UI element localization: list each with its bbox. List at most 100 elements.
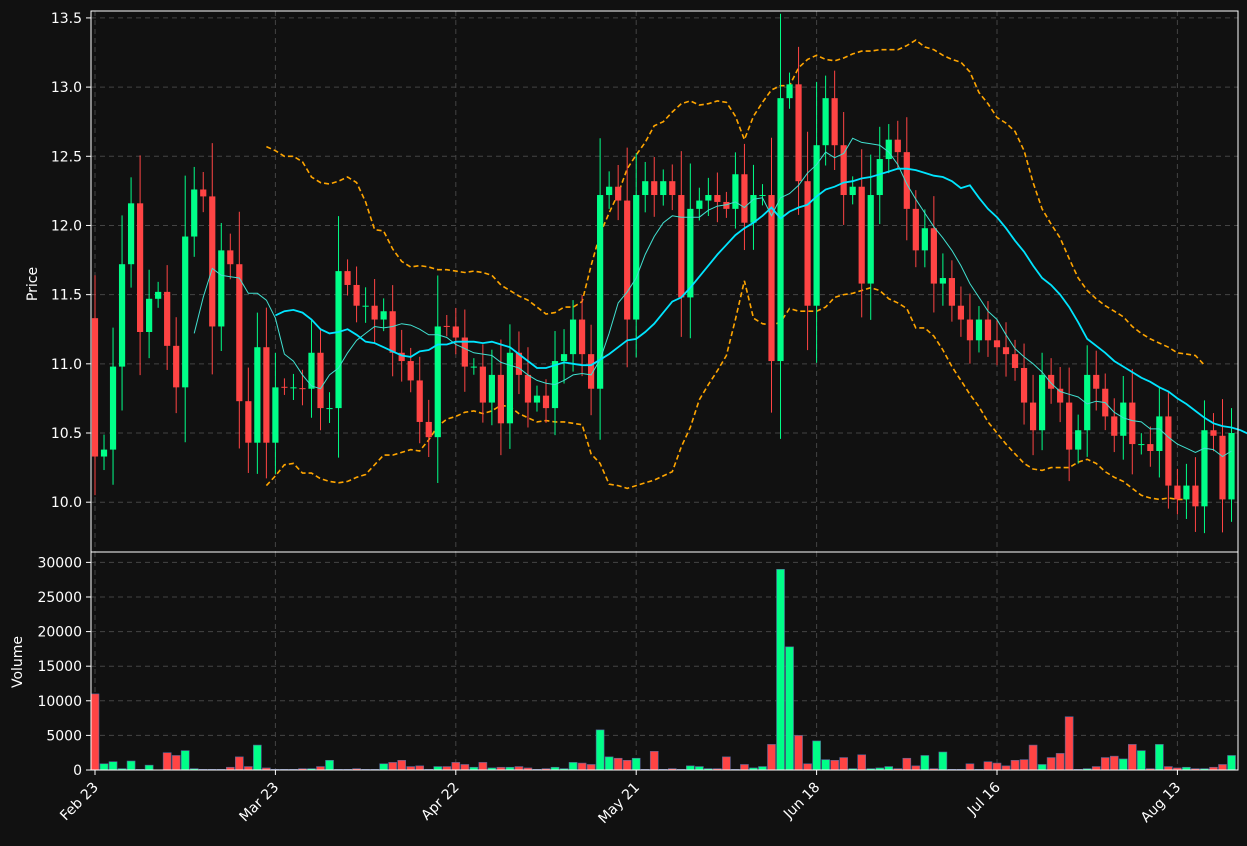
candle-body — [443, 325, 450, 327]
candle-body — [155, 291, 162, 299]
price-tick-label: 12.5 — [51, 149, 82, 165]
volume-bar — [90, 693, 100, 771]
volume-bar — [162, 752, 172, 771]
candle-body — [1111, 416, 1118, 436]
candle-body — [858, 186, 865, 284]
candle-body — [425, 421, 432, 438]
candle-body — [488, 374, 495, 403]
volume-bar — [722, 756, 731, 771]
candle-body — [786, 84, 793, 99]
chart-canvas: 10.0 10.5 11.0 11.5 12.0 12.5 13.0 13.5 0 5000 10… — [0, 0, 1247, 842]
volume-bar — [1055, 753, 1065, 771]
candle-body — [660, 181, 667, 196]
volume-bar — [983, 761, 993, 771]
candle-body — [272, 387, 279, 443]
candle-body — [1138, 444, 1145, 446]
candle-body — [1011, 354, 1019, 368]
candle-body — [209, 196, 216, 327]
candle-body — [1093, 374, 1100, 389]
volume-bar — [992, 762, 1002, 771]
candle-body — [173, 345, 180, 388]
candle-body — [642, 181, 649, 196]
candle-body — [1183, 485, 1190, 500]
candle-body — [1029, 402, 1037, 431]
volume-bar — [767, 744, 776, 771]
volume-bar — [316, 766, 325, 771]
candle-body — [118, 264, 126, 367]
volume-bar — [884, 766, 894, 771]
volume-bar — [1118, 758, 1128, 771]
candlestick-chart: 10.0 10.5 11.0 11.5 12.0 12.5 13.0 13.5 0 5000 10… — [0, 0, 1247, 842]
volume-bar — [514, 766, 524, 771]
volume-bar — [1164, 766, 1173, 771]
volume-bar — [1064, 716, 1074, 771]
candle-body — [191, 189, 198, 237]
candle-body — [894, 139, 901, 153]
volume-bar — [577, 762, 587, 771]
volume-axis-label: Volume — [10, 636, 26, 688]
candle-body — [822, 98, 829, 146]
volume-bar — [1001, 765, 1011, 771]
candle-body — [281, 386, 288, 388]
candle-body — [849, 186, 856, 196]
candle-body — [479, 366, 486, 403]
candle-body — [759, 195, 766, 197]
candle-body — [1156, 416, 1163, 451]
volume-bar — [397, 760, 406, 771]
volume-bar — [108, 761, 118, 771]
candle-body — [407, 361, 414, 381]
candle-body — [344, 271, 351, 285]
candle-body — [236, 264, 243, 402]
volume-bar — [812, 740, 821, 771]
volume-bar — [821, 759, 830, 771]
price-tick-label: 13.0 — [51, 80, 82, 96]
candle-body — [975, 319, 983, 341]
candle-body — [1002, 347, 1010, 355]
volume-tick-label: 15000 — [37, 659, 82, 675]
volume-bar — [794, 735, 803, 771]
volume-bar — [839, 757, 848, 771]
candle-body — [182, 236, 189, 388]
price-tick-label: 11.5 — [51, 288, 82, 304]
candle-body — [1174, 485, 1181, 500]
candle-body — [939, 278, 946, 284]
candle-body — [109, 366, 117, 450]
candle-body — [1057, 388, 1064, 403]
volume-bar — [1010, 760, 1020, 771]
price-tick-label: 12.0 — [51, 218, 82, 234]
volume-bar — [325, 760, 334, 771]
candle-body — [560, 354, 568, 362]
volume-bar — [388, 762, 397, 771]
candle-body — [434, 326, 441, 438]
candle-body — [795, 84, 802, 182]
volume-bar — [406, 766, 416, 771]
price-axis-label: Price — [25, 267, 41, 301]
candle-body — [317, 352, 324, 409]
volume-bar — [965, 763, 975, 771]
volume-tick-label: 5000 — [46, 728, 82, 744]
volume-bar — [126, 760, 136, 771]
candle-body — [1039, 374, 1046, 431]
candle-body — [91, 318, 99, 457]
volume-tick-label: 25000 — [37, 590, 82, 606]
candle-body — [524, 374, 532, 403]
candle-body — [200, 189, 207, 197]
volume-bar — [740, 764, 749, 771]
candle-body — [578, 319, 586, 355]
candle-body — [912, 208, 919, 251]
candle-body — [164, 291, 171, 346]
candle-body — [1048, 374, 1055, 389]
candle-body — [1201, 430, 1208, 507]
candle-body — [1066, 402, 1073, 450]
candle-body — [930, 228, 937, 284]
candle-body — [218, 250, 225, 327]
volume-bar — [686, 765, 695, 771]
volume-bar — [695, 766, 704, 771]
candle-body — [146, 298, 153, 333]
candle-body — [1192, 485, 1199, 507]
volume-bar — [613, 757, 623, 771]
volume-bar — [415, 765, 425, 771]
candle-body — [506, 352, 514, 424]
volume-bar — [1037, 764, 1047, 771]
volume-bar — [911, 765, 921, 771]
